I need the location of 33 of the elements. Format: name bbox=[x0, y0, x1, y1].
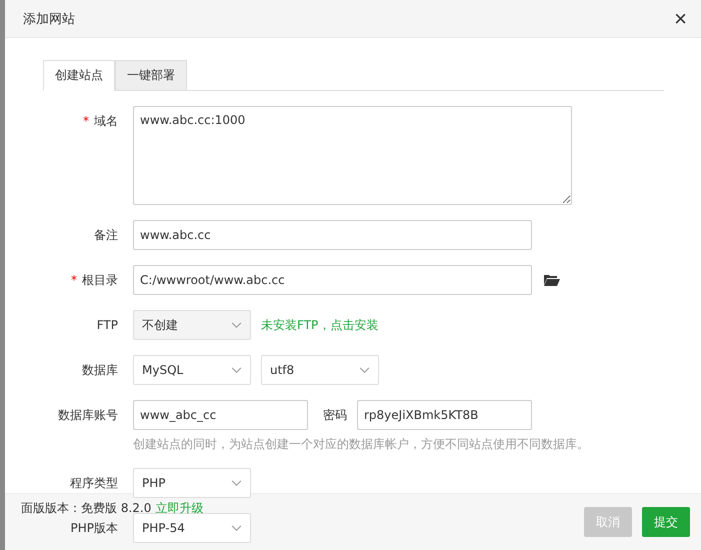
input-field[interactable]: rp8yeJiXBmk5KT8B bbox=[357, 400, 532, 430]
select-dropdown[interactable]: 不创建 bbox=[133, 310, 251, 340]
chevron-down-icon bbox=[231, 366, 242, 374]
folder-icon[interactable] bbox=[544, 274, 560, 286]
domain-textarea[interactable]: www.abc.cc:1000 bbox=[133, 106, 572, 205]
window-title: 添加网站 bbox=[23, 10, 75, 28]
field-label: 数据库 bbox=[82, 363, 118, 377]
field-label: 程序类型 bbox=[70, 476, 118, 490]
input-field[interactable]: C:/wwwroot/www.abc.cc bbox=[133, 265, 532, 295]
input-field[interactable]: www.abc.cc bbox=[133, 220, 532, 250]
close-button[interactable]: × bbox=[670, 8, 691, 30]
tab[interactable]: 创建站点 bbox=[43, 60, 115, 91]
field-label: 域名 bbox=[94, 114, 118, 128]
field-label: FTP bbox=[96, 318, 118, 332]
select-dropdown[interactable]: PHP bbox=[133, 468, 251, 498]
field-label: 根目录 bbox=[82, 273, 118, 287]
chevron-down-icon bbox=[231, 524, 242, 532]
field-label: PHP版本 bbox=[70, 521, 118, 535]
version-text: 面版版本：免费版 8.2.0 bbox=[21, 501, 152, 515]
select-dropdown[interactable]: MySQL bbox=[133, 355, 251, 385]
field-label: 数据库账号 bbox=[58, 408, 118, 422]
chevron-down-icon bbox=[231, 480, 242, 486]
chevron-down-icon bbox=[359, 366, 370, 374]
select-dropdown[interactable]: utf8 bbox=[261, 355, 379, 385]
field-label: 备注 bbox=[94, 228, 118, 242]
required-asterisk: * bbox=[71, 273, 77, 287]
chevron-down-icon bbox=[231, 322, 242, 328]
required-asterisk: * bbox=[83, 114, 89, 128]
field-label: 密码 bbox=[323, 406, 347, 424]
input-field[interactable]: www_abc_cc bbox=[133, 400, 308, 430]
tab[interactable]: 一键部署 bbox=[115, 60, 187, 91]
select-dropdown[interactable]: PHP-54 bbox=[133, 513, 251, 543]
hint-text: 创建站点的同时，为站点创建一个对应的数据库帐户，方便不同站点使用不同数据库。 bbox=[133, 436, 589, 453]
